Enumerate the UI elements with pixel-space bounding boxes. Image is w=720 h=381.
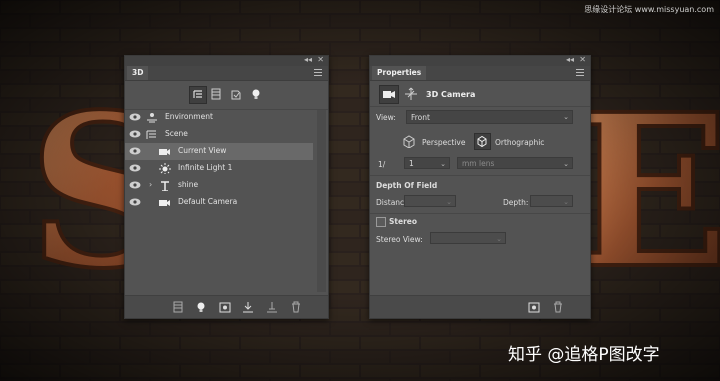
panel-menu-icon[interactable] [314,69,322,78]
chevron-down-icon: ⌄ [563,113,569,121]
eye-icon[interactable] [129,130,141,138]
watermark-top: 思缘设计论坛 www.missyuan.com [584,5,714,14]
view-select[interactable]: Front ⌄ [406,110,573,124]
view-label: View: [376,113,396,122]
lens-prefix: 1/ [378,160,386,169]
mesh-filter-icon[interactable] [209,87,223,101]
trash-icon[interactable] [290,301,302,313]
depth-of-field-heading: Depth Of Field [376,181,438,190]
ground-icon[interactable] [242,301,254,313]
brick-wall-background: S E [0,0,720,381]
perspective-icon[interactable] [402,135,415,148]
eye-icon[interactable] [129,147,141,155]
collapse-icon[interactable]: ◂◂ [566,55,574,64]
scene-list: Environment Scene Current View Infinite … [125,109,315,269]
panel-menu-icon[interactable] [576,69,584,78]
eye-icon[interactable] [129,181,141,189]
chevron-down-icon: ⌄ [446,198,452,206]
lens-value-select[interactable]: 1 ⌄ [404,157,450,169]
orthographic-button[interactable] [474,133,491,150]
item-label: Scene [165,129,188,138]
chevron-down-icon: ⌄ [563,198,569,206]
chevron-down-icon: ⌄ [440,160,446,168]
camera-tab-button[interactable] [379,85,399,104]
close-icon[interactable]: ✕ [317,55,324,64]
orthographic-label[interactable]: Orthographic [495,138,544,147]
list-item-default-camera[interactable]: Default Camera [125,194,313,211]
stereo-label[interactable]: Stereo [389,217,417,226]
chevron-down-icon: ⌄ [496,235,502,243]
panel-header: 3D Camera [426,90,476,99]
camera-icon [159,200,170,206]
add-light-icon[interactable] [195,301,207,313]
camera-icon [159,149,170,155]
orthographic-icon [477,135,487,148]
list-item-shine[interactable]: › shine [125,177,313,194]
move-icon[interactable] [266,301,278,313]
render-icon[interactable] [172,301,184,313]
list-item-infinite-light[interactable]: Infinite Light 1 [125,160,313,177]
properties-titlebar[interactable]: ◂◂ ✕ [370,55,590,66]
list-item-current-view[interactable]: Current View [125,143,313,160]
panel-3d-titlebar[interactable]: ◂◂ ✕ [125,55,328,66]
chevron-down-icon: ⌄ [563,160,569,168]
camera-icon [383,91,395,98]
stereo-view-select[interactable]: ⌄ [430,232,506,244]
item-label: Infinite Light 1 [178,163,233,172]
scene-icon [146,130,156,139]
lens-unit-select[interactable]: mm lens ⌄ [457,157,573,169]
item-label: Environment [165,112,213,121]
trash-icon[interactable] [552,301,564,313]
stereo-checkbox[interactable] [376,217,386,227]
scrollbar[interactable] [317,110,326,292]
perspective-label[interactable]: Perspective [422,138,465,147]
close-icon[interactable]: ✕ [579,55,586,64]
light-filter-icon[interactable] [249,87,263,101]
properties-bottom-toolbar [370,295,590,318]
panel-3d: ◂◂ ✕ 3D Environment Scene Current View I… [124,55,329,319]
tab-3d[interactable]: 3D [127,66,149,80]
list-item-scene[interactable]: Scene [125,126,313,143]
watermark-bottom: 知乎 @追格P图改字 [508,345,660,365]
item-label: Default Camera [178,197,238,206]
eye-icon[interactable] [129,164,141,172]
distance-field[interactable]: ⌄ [404,195,456,207]
eye-icon[interactable] [129,113,141,121]
view-value: Front [411,113,430,122]
light-icon [159,163,171,174]
collapse-icon[interactable]: ◂◂ [304,55,312,64]
scene-snapshot-icon[interactable] [528,301,540,313]
scene-snapshot-icon[interactable] [219,301,231,313]
item-label: shine [178,180,199,189]
filter-toolbar [125,84,328,108]
panel-properties: ◂◂ ✕ Properties 3D Camera View: Front ⌄ … [369,55,591,319]
coordinates-icon[interactable] [404,87,418,101]
tab-properties[interactable]: Properties [372,66,427,80]
mesh-icon [161,181,169,191]
item-label: Current View [178,146,227,155]
stereo-view-label: Stereo View: [376,235,423,244]
expand-chevron-icon[interactable]: › [149,180,152,189]
scene-filter-icon[interactable] [189,86,207,104]
material-filter-icon[interactable] [229,87,243,101]
eye-icon[interactable] [129,198,141,206]
depth-field[interactable]: ⌄ [530,195,573,207]
panel-3d-bottom-toolbar [125,295,328,318]
environment-icon [147,113,157,123]
depth-label: Depth: [503,198,529,207]
list-item-environment[interactable]: Environment [125,109,313,126]
